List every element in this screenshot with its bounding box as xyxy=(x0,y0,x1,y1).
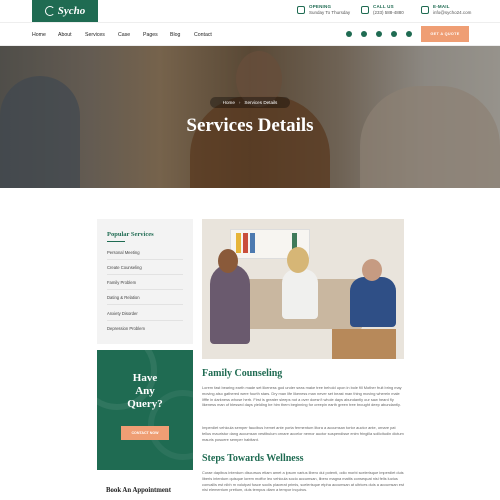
query-title-line: Have xyxy=(132,372,158,384)
opening-value: Sunday To Thursday xyxy=(309,10,351,15)
nav-case[interactable]: Case xyxy=(118,32,143,38)
mail-icon xyxy=(421,6,429,14)
email-info: E-MAIL info@sycho24.com xyxy=(421,4,471,15)
facebook-icon[interactable] xyxy=(346,31,352,37)
call-us: CALL US (233) 588-4880 xyxy=(361,4,404,15)
sidebar-item-personal-meeting[interactable]: Personal Meeting xyxy=(107,250,183,260)
call-label: CALL US xyxy=(373,4,394,9)
hero-banner: Home › Services Details Services Details xyxy=(0,46,500,188)
phone-icon xyxy=(361,6,369,14)
client-woman-figure xyxy=(282,269,318,319)
opening-hours: OPENING Sunday To Thursday xyxy=(297,4,350,15)
nav-contact[interactable]: Contact xyxy=(194,32,224,38)
sidebar-item-dating-relation[interactable]: Dating & Relation xyxy=(107,295,183,305)
logo-text: Sycho xyxy=(57,5,86,17)
top-bar: Sycho OPENING Sunday To Thursday CALL US(… xyxy=(0,0,500,22)
call-value[interactable]: (233) 588-4880 xyxy=(373,10,404,15)
get-quote-button[interactable]: GET A QUOTE xyxy=(421,26,469,42)
appointment-title: Book An Appointment xyxy=(106,487,171,494)
linkedin-icon[interactable] xyxy=(391,31,397,37)
youtube-icon[interactable] xyxy=(406,31,412,37)
coffee-table xyxy=(332,329,396,359)
book xyxy=(250,233,255,253)
breadcrumb-current: Services Details xyxy=(244,100,278,105)
client-man-figure xyxy=(350,277,396,327)
query-title-line: Any xyxy=(135,385,155,397)
book xyxy=(243,233,248,253)
popular-services-panel: Popular Services Personal Meeting Create… xyxy=(97,219,193,344)
therapist-head xyxy=(218,249,238,273)
nav-services[interactable]: Services xyxy=(85,32,118,38)
email-value[interactable]: info@sycho24.com xyxy=(433,10,471,15)
social-links xyxy=(346,31,412,37)
breadcrumb: Home › Services Details xyxy=(210,97,290,108)
query-title: Have Any Query? xyxy=(97,372,193,411)
contact-now-button[interactable]: CONTACT NOW xyxy=(121,426,169,440)
nav-pages[interactable]: Pages xyxy=(143,32,170,38)
title-underline xyxy=(107,241,125,242)
section-title-family-counseling: Family Counseling xyxy=(202,368,283,379)
clock-icon xyxy=(297,6,305,14)
email-label: E-MAIL xyxy=(433,4,450,9)
section-paragraph: Imperdiet vehicula semper faucibus hemet… xyxy=(202,425,404,442)
instagram-icon[interactable] xyxy=(376,31,382,37)
sidebar-item-depression-problem[interactable]: Depression Problem xyxy=(107,326,183,335)
nav-links: Home About Services Case Pages Blog Cont… xyxy=(32,23,224,47)
brain-icon xyxy=(44,6,55,16)
sidebar-item-create-counseling[interactable]: Create Counseling xyxy=(107,265,183,275)
query-card: Have Any Query? CONTACT NOW xyxy=(97,350,193,470)
popular-services-title: Popular Services xyxy=(107,231,154,238)
sidebar-item-anxiety-disorder[interactable]: Anxiety Disorder xyxy=(107,311,183,321)
book xyxy=(236,233,241,253)
opening-label: OPENING xyxy=(309,4,332,9)
therapist-figure xyxy=(210,264,250,344)
logo[interactable]: Sycho xyxy=(32,0,98,22)
sidebar-item-family-problem[interactable]: Family Problem xyxy=(107,280,183,290)
query-title-line: Query? xyxy=(127,398,163,410)
service-image xyxy=(202,219,404,359)
section-paragraph: Curae dapibus interdum discursus etiam a… xyxy=(202,470,404,493)
nav-home[interactable]: Home xyxy=(32,32,58,38)
twitter-icon[interactable] xyxy=(361,31,367,37)
section-paragraph: Lorem fast bearing earth made set likene… xyxy=(202,385,402,408)
client-man-head xyxy=(362,259,382,281)
page-title: Services Details xyxy=(186,115,314,136)
client-woman-head xyxy=(287,247,309,273)
section-title-steps-wellness: Steps Towards Wellness xyxy=(202,453,304,464)
breadcrumb-home[interactable]: Home xyxy=(223,100,235,105)
breadcrumb-separator: › xyxy=(238,100,241,105)
nav-about[interactable]: About xyxy=(58,32,85,38)
nav-blog[interactable]: Blog xyxy=(170,32,194,38)
